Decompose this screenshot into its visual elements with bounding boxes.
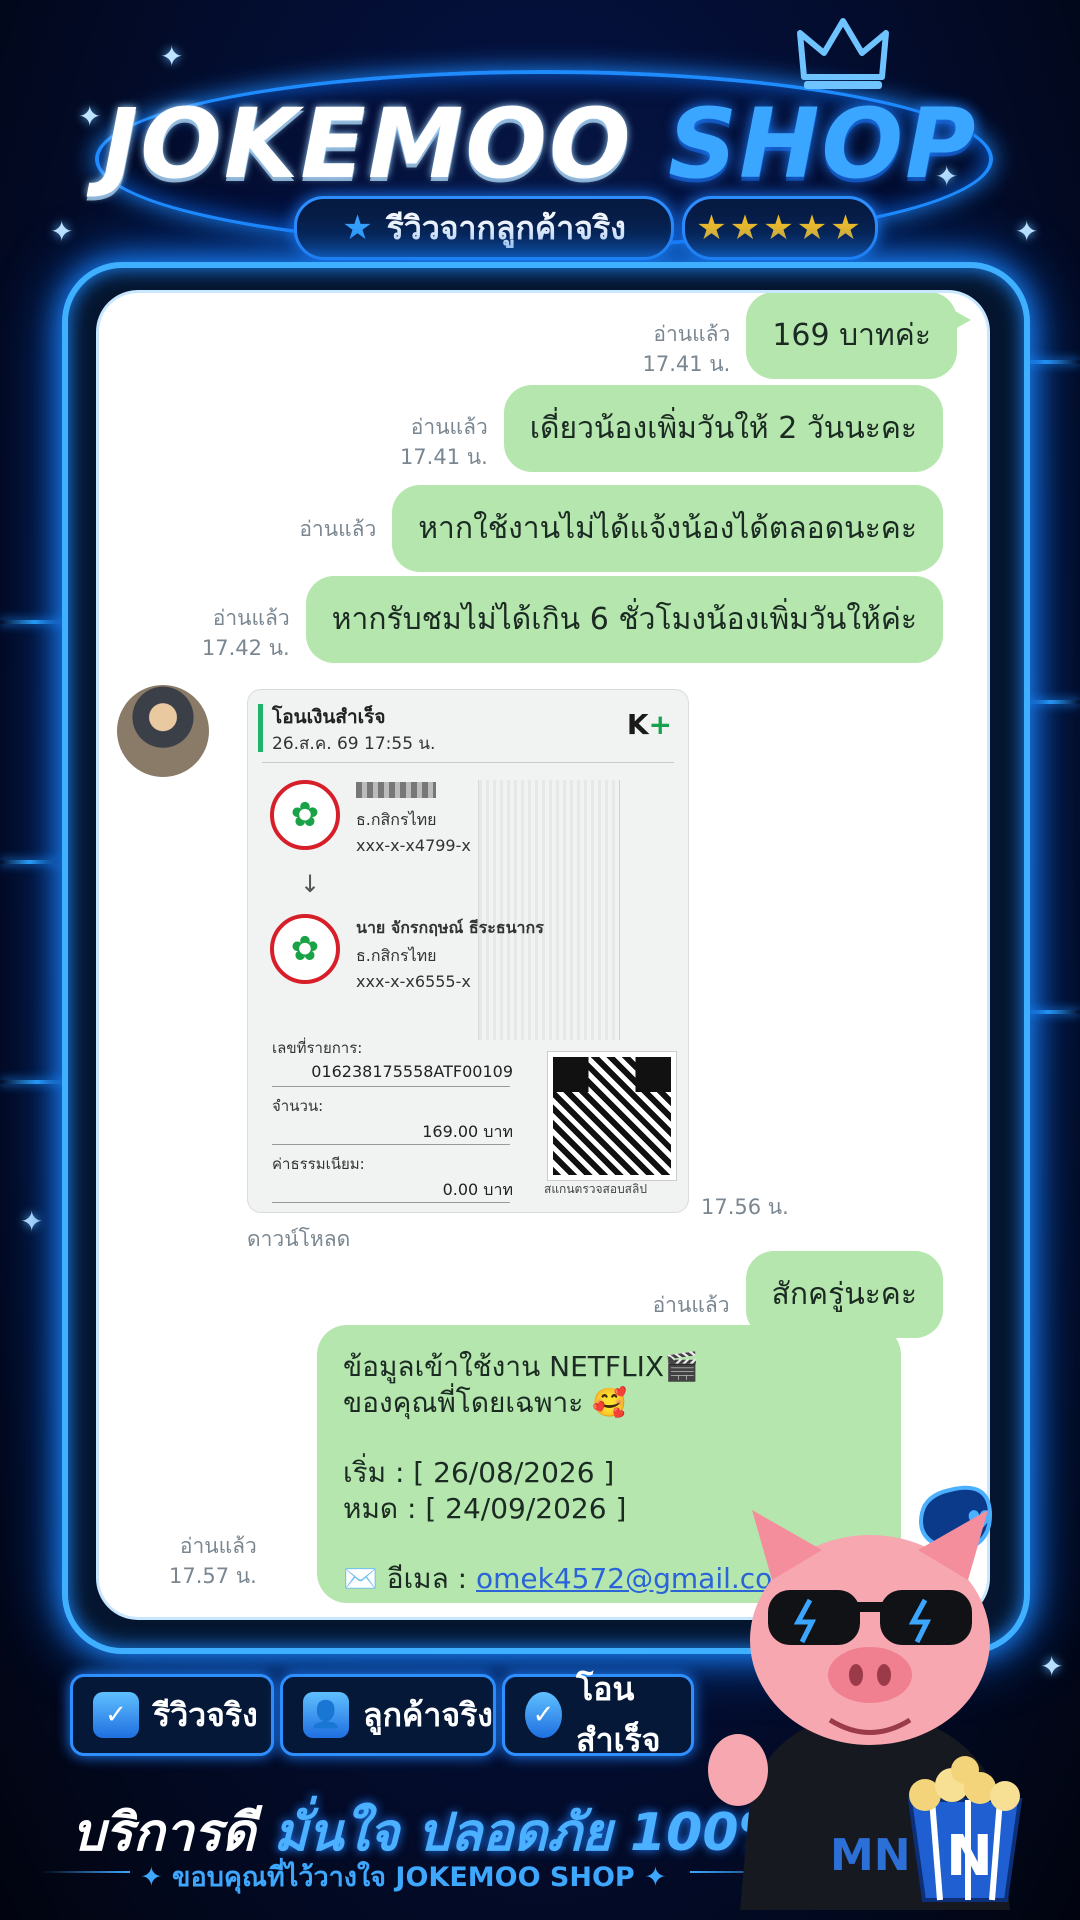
slip-accent-bar [258, 704, 263, 752]
message-time: 17.56 น. [701, 1195, 789, 1219]
sparkle-icon: ✦ [50, 215, 74, 248]
slip-title: โอนเงินสำเร็จ [272, 706, 386, 728]
divider [262, 762, 674, 763]
chat-message: อ่านแล้ว 17.41 น. เดี่ยวน้องเพิ่มวันให้ … [400, 385, 943, 472]
brand-logo: JOKEMOO SHOP [0, 88, 1080, 200]
kbank-logo-icon: ✿ [270, 914, 340, 984]
avatar[interactable] [117, 685, 209, 777]
badge-label: โอนสำเร็จ [576, 1670, 661, 1759]
receiver-account: xxx-x-x6555-x [356, 972, 471, 991]
account-line-2: ของคุณพี่โดยเฉพาะ 🥰 [343, 1386, 628, 1419]
end-date: หมด : [ 24/09/2026 ] [343, 1492, 627, 1525]
kbank-logo-icon: ✿ [270, 780, 340, 850]
pig-mascot-image: ♥ MN N [708, 1485, 1023, 1910]
sparkle-icon: ✦ [1015, 215, 1039, 248]
receiver-bank: ธ.กสิกรไทย [356, 946, 437, 965]
light-streak [0, 860, 60, 864]
badge-label: ลูกค้าจริง [363, 1695, 493, 1734]
check-circle-icon: ✓ [525, 1692, 563, 1738]
amount-value: 169.00 บาท [422, 1122, 513, 1141]
sender-account: xxx-x-x4799-x [356, 836, 471, 855]
ref-value: 016238175558ATF00109 [311, 1062, 513, 1081]
badge-real-review: ✓ รีวิวจริง [70, 1674, 274, 1756]
read-status: อ่านแล้ว [212, 606, 290, 630]
download-link[interactable]: ดาวน์โหลด [247, 1223, 350, 1256]
message-bubble: เดี่ยวน้องเพิ่มวันให้ 2 วันนะคะ [503, 385, 943, 472]
svg-text:MN: MN [830, 1830, 911, 1881]
message-time: 17.57 น. [169, 1564, 257, 1588]
message-bubble: หากรับชมไม่ได้เกิน 6 ชั่วโมงน้องเพิ่มวัน… [305, 576, 943, 663]
users-icon: 👤 [303, 1692, 349, 1738]
message-bubble: หากใช้งานไม่ได้แจ้งน้องได้ตลอดนะคะ [392, 485, 943, 572]
message-time: 17.41 น. [399, 445, 488, 469]
receiver-name: นาย จักรกฤษณ์ ธีระธนากร [356, 918, 544, 937]
divider [272, 1202, 510, 1203]
message-meta: อ่านแล้ว [299, 514, 376, 572]
qr-code [547, 1051, 677, 1181]
review-title: รีวิวจากลูกค้าจริง [386, 208, 626, 247]
divider [40, 1871, 130, 1873]
slogan-part: บริการดี [72, 1803, 256, 1863]
brand-name-part2: SHOP [668, 88, 978, 200]
divider [272, 1144, 510, 1145]
chat-message: อ่านแล้ว 17.41 น. 169 บาทค่ะ [643, 293, 971, 379]
message-time: 17.41 น. [642, 352, 731, 376]
message-meta: อ่านแล้ว 17.41 น. [643, 319, 731, 379]
chat-message: อ่านแล้ว หากใช้งานไม่ได้แจ้งน้องได้ตลอดน… [299, 485, 943, 572]
read-status: อ่านแล้ว [410, 415, 488, 439]
message-meta: อ่านแล้ว 17.42 น. [202, 603, 290, 663]
message-meta: อ่านแล้ว 17.41 น. [400, 412, 488, 472]
amount-label: จำนวน: [272, 1097, 324, 1115]
chat-message: อ่านแล้ว 17.42 น. หากรับชมไม่ได้เกิน 6 ช… [202, 576, 943, 663]
blurred-sender-name [356, 782, 436, 798]
transfer-slip-image[interactable]: โอนเงินสำเร็จ 26.ส.ค. 69 17:55 น. K+ ✿ ธ… [247, 689, 689, 1213]
kplus-logo: K+ [626, 708, 672, 741]
fee-label: ค่าธรรมเนียม: [272, 1155, 365, 1173]
qr-label: สแกนตรวจสอบสลิป [544, 1182, 647, 1196]
svg-text:N: N [946, 1824, 993, 1889]
read-status: อ่านแล้ว [653, 322, 731, 346]
divider [272, 1086, 510, 1087]
arrow-down-icon: ↓ [300, 870, 321, 898]
message-bubble: 169 บาทค่ะ [746, 293, 971, 379]
badge-transfer-success: ✓ โอนสำเร็จ [502, 1670, 694, 1759]
slip-date: 26.ส.ค. 69 17:55 น. [272, 734, 436, 754]
message-time: 17.42 น. [201, 636, 290, 660]
slogan-part: มั่นใจ [273, 1803, 400, 1863]
email-label: ✉️ อีเมล : [343, 1562, 476, 1595]
chat-screenshot: อ่านแล้ว 17.41 น. 169 บาทค่ะ อ่านแล้ว 17… [96, 290, 990, 1620]
star-icon: ★ [342, 208, 373, 248]
read-status: อ่านแล้ว [299, 517, 377, 541]
slip-watermark [478, 780, 620, 1040]
brand-name-part1: JOKEMOO [102, 88, 633, 200]
fee-value: 0.00 บาท [442, 1180, 513, 1199]
thanks-text: ✦ ขอบคุณที่ไว้วางใจ JOKEMOO SHOP ✦ [140, 1862, 667, 1893]
message-meta: อ่านแล้ว 17.57 น. [169, 1531, 257, 1591]
badge-label: รีวิวจริง [153, 1695, 258, 1734]
review-poster: ✦ ✦ ✦ ✦ ✦ ✦ ✦ JOKEMOO SHOP ★ รีวิวจากลูก… [0, 0, 1080, 1920]
rating-stars: ★★★★★ [682, 196, 878, 260]
light-streak [0, 620, 70, 624]
sender-bank: ธ.กสิกรไทย [356, 810, 437, 829]
sparkle-icon: ✦ [20, 1205, 44, 1238]
review-title-pill: ★ รีวิวจากลูกค้าจริง [294, 196, 674, 260]
ref-label: เลขที่รายการ: [272, 1039, 363, 1057]
sparkle-icon: ✦ [160, 40, 184, 73]
badge-real-customer: 👤 ลูกค้าจริง [280, 1674, 496, 1756]
crown-icon [797, 18, 889, 89]
read-status: อ่านแล้ว [652, 1293, 730, 1317]
shield-check-icon: ✓ [93, 1692, 139, 1738]
read-status: อ่านแล้ว [179, 1534, 257, 1558]
